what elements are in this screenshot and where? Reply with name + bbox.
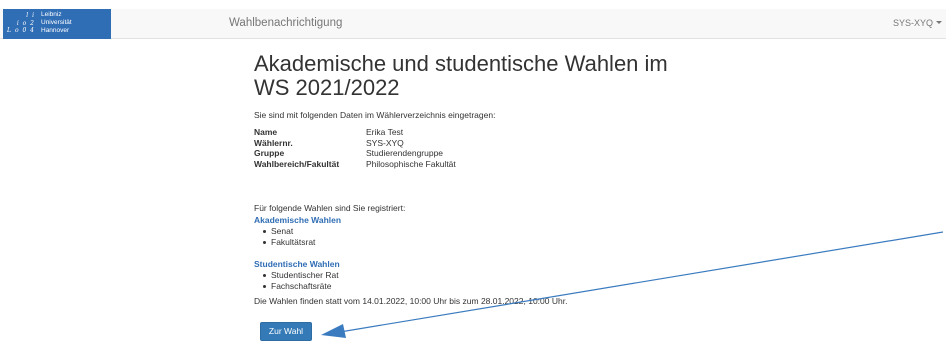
arrow-head-icon	[321, 324, 346, 338]
arrow-line-icon	[339, 231, 944, 333]
annotation-arrow	[321, 231, 944, 338]
